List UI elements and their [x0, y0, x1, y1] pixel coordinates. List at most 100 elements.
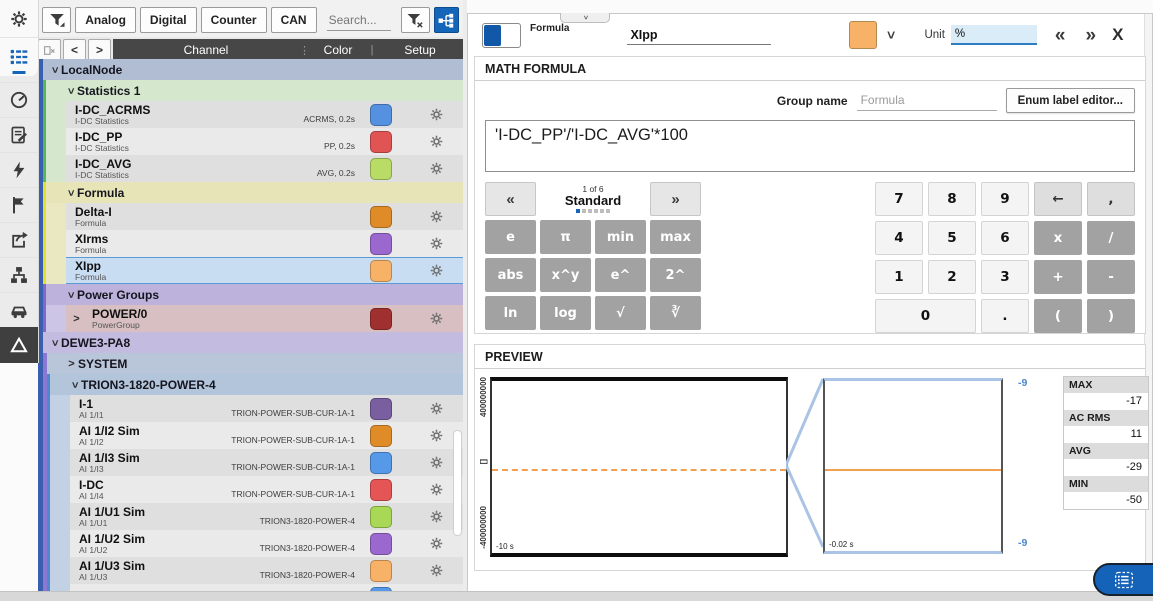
prev-channel-button[interactable]: «	[1053, 26, 1068, 45]
numpad-key-2[interactable]: 2	[928, 260, 976, 294]
color-dropdown-chevron-icon[interactable]: >	[884, 29, 900, 42]
numpad-key-)[interactable]: )	[1087, 299, 1135, 333]
function-key-log[interactable]: log	[540, 296, 591, 330]
numpad-key-,[interactable]: ,	[1087, 182, 1135, 216]
chevron-down-icon[interactable]: >	[69, 378, 81, 391]
channel-color-swatch[interactable]	[370, 206, 392, 228]
show-channel-list-button[interactable]	[1093, 563, 1153, 596]
numpad-key-([interactable]: (	[1034, 299, 1082, 333]
channel-color-swatch[interactable]	[370, 560, 392, 582]
sidebar-item-reporting[interactable]	[0, 117, 38, 152]
column-header-setup[interactable]: Setup	[377, 43, 463, 57]
remove-column-button[interactable]	[38, 39, 61, 61]
channel-color-swatch[interactable]	[370, 158, 392, 180]
channel-row[interactable]: AI 1/U2 SimAI 1/U2TRION3-1820-POWER-4	[38, 530, 463, 557]
channel-color-swatch[interactable]	[370, 131, 392, 153]
group-row[interactable]: >LocalNode	[38, 59, 463, 80]
channel-color-swatch[interactable]	[370, 233, 392, 255]
numpad-key-/[interactable]: /	[1087, 221, 1135, 255]
chevron-down-icon[interactable]: >	[49, 336, 61, 349]
formula-enable-toggle[interactable]	[482, 23, 521, 48]
channel-color-swatch[interactable]	[370, 479, 392, 501]
channel-row[interactable]: I-1AI 1/I1TRION-POWER-SUB-CUR-1A-1	[38, 395, 463, 422]
channel-settings-gear-icon[interactable]	[409, 161, 463, 176]
channel-color-swatch[interactable]	[370, 425, 392, 447]
channel-color-swatch[interactable]	[370, 533, 392, 555]
numpad-key-0[interactable]: 0	[875, 299, 976, 333]
function-key-π[interactable]: π	[540, 220, 591, 254]
channel-row[interactable]: I-DC_PPI-DC StatisticsPP, 0.2s	[38, 128, 463, 155]
numpad-key-6[interactable]: 6	[981, 221, 1029, 255]
channel-name-input[interactable]	[627, 26, 771, 45]
function-key-max[interactable]: max	[650, 220, 701, 254]
column-drag-handle[interactable]: ⋮	[299, 44, 309, 57]
group-row[interactable]: >Statistics 1	[38, 80, 463, 101]
function-key-e[interactable]: e	[485, 220, 536, 254]
group-row[interactable]: >Formula	[38, 182, 463, 203]
function-key-e^[interactable]: e^	[595, 258, 646, 292]
numpad-key-←[interactable]: ←	[1034, 182, 1082, 216]
sidebar-item-logo[interactable]	[0, 327, 38, 363]
channel-row[interactable]: AI 1/I2 SimAI 1/I2TRION-POWER-SUB-CUR-1A…	[38, 422, 463, 449]
numpad-key--[interactable]: -	[1087, 260, 1135, 294]
close-editor-button[interactable]: X	[1110, 25, 1125, 45]
numpad-key-.[interactable]: .	[981, 299, 1029, 333]
channel-settings-gear-icon[interactable]	[409, 311, 463, 326]
channel-color-swatch[interactable]	[370, 506, 392, 528]
chevron-down-icon[interactable]: >	[49, 63, 61, 76]
channel-color-picker[interactable]	[849, 21, 877, 49]
preview-zoom-chart[interactable]: -0.02 s	[823, 378, 1003, 554]
sidebar-item-settings[interactable]	[0, 0, 38, 37]
sidebar-item-trigger[interactable]	[0, 152, 38, 187]
function-set-next-button[interactable]: »	[650, 182, 701, 216]
sidebar-item-measurement[interactable]	[0, 82, 38, 117]
numpad-key-3[interactable]: 3	[981, 260, 1029, 294]
channel-color-swatch[interactable]	[370, 398, 392, 420]
sidebar-item-channels[interactable]	[0, 37, 38, 76]
channel-row[interactable]: I-DC_AVGI-DC StatisticsAVG, 0.2s	[38, 155, 463, 182]
numpad-key-+[interactable]: +	[1034, 260, 1082, 294]
function-key-abs[interactable]: abs	[485, 258, 536, 292]
numpad-key-7[interactable]: 7	[875, 182, 923, 216]
group-row[interactable]: >TRION3-1820-POWER-4	[38, 374, 463, 395]
next-channel-button[interactable]: »	[1083, 26, 1098, 45]
channel-settings-gear-icon[interactable]	[409, 134, 463, 149]
numpad-key-5[interactable]: 5	[928, 221, 976, 255]
channel-list-scrollbar[interactable]	[453, 430, 462, 536]
channel-color-swatch[interactable]	[370, 260, 392, 282]
channel-row[interactable]: AI 1/U3 SimAI 1/U3TRION3-1820-POWER-4	[38, 557, 463, 584]
channel-row[interactable]: I-DCAI 1/I4TRION-POWER-SUB-CUR-1A-1	[38, 476, 463, 503]
filter-counter-button[interactable]: Counter	[201, 7, 267, 33]
preview-overview-chart[interactable]: -10 s	[490, 377, 788, 557]
channel-row[interactable]: AI 1/U1 SimAI 1/U1TRION3-1820-POWER-4	[38, 503, 463, 530]
channel-row[interactable]: >POWER/0PowerGroup	[38, 305, 463, 332]
unit-input[interactable]	[951, 25, 1037, 45]
function-key-ln[interactable]: ln	[485, 296, 536, 330]
formula-input[interactable]: 'I-DC_PP'/'I-DC_AVG'*100	[485, 120, 1135, 172]
sidebar-item-markers[interactable]	[0, 187, 38, 222]
sidebar-item-vehicle[interactable]	[0, 292, 38, 327]
channel-settings-gear-icon[interactable]	[409, 107, 463, 122]
column-header-color[interactable]: Color	[309, 43, 367, 57]
sidebar-item-network[interactable]	[0, 257, 38, 292]
filter-analog-button[interactable]: Analog	[75, 7, 136, 33]
function-key-∛[interactable]: ∛	[650, 296, 701, 330]
channel-settings-gear-icon[interactable]	[409, 563, 463, 578]
chevron-right-icon[interactable]: >	[65, 358, 78, 370]
channel-settings-gear-icon[interactable]	[409, 236, 463, 251]
numpad-key-4[interactable]: 4	[875, 221, 923, 255]
channel-settings-gear-icon[interactable]	[409, 209, 463, 224]
chevron-down-icon[interactable]: >	[65, 84, 77, 97]
channel-color-swatch[interactable]	[370, 452, 392, 474]
channel-settings-gear-icon[interactable]	[409, 401, 463, 416]
channel-row[interactable]: XIrmsFormula	[38, 230, 463, 257]
chevron-right-icon[interactable]: >	[70, 313, 83, 325]
clear-filter-button[interactable]	[401, 7, 430, 33]
channel-row[interactable]: I-DC_ACRMSI-DC StatisticsACRMS, 0.2s	[38, 101, 463, 128]
channel-color-swatch[interactable]	[370, 104, 392, 126]
group-row[interactable]: >Power Groups	[38, 284, 463, 305]
scroll-columns-right-button[interactable]: >	[88, 39, 111, 61]
channel-row[interactable]: AI 1/I3 SimAI 1/I3TRION-POWER-SUB-CUR-1A…	[38, 449, 463, 476]
enum-label-editor-button[interactable]: Enum label editor...	[1006, 88, 1135, 113]
function-key-√[interactable]: √	[595, 296, 646, 330]
